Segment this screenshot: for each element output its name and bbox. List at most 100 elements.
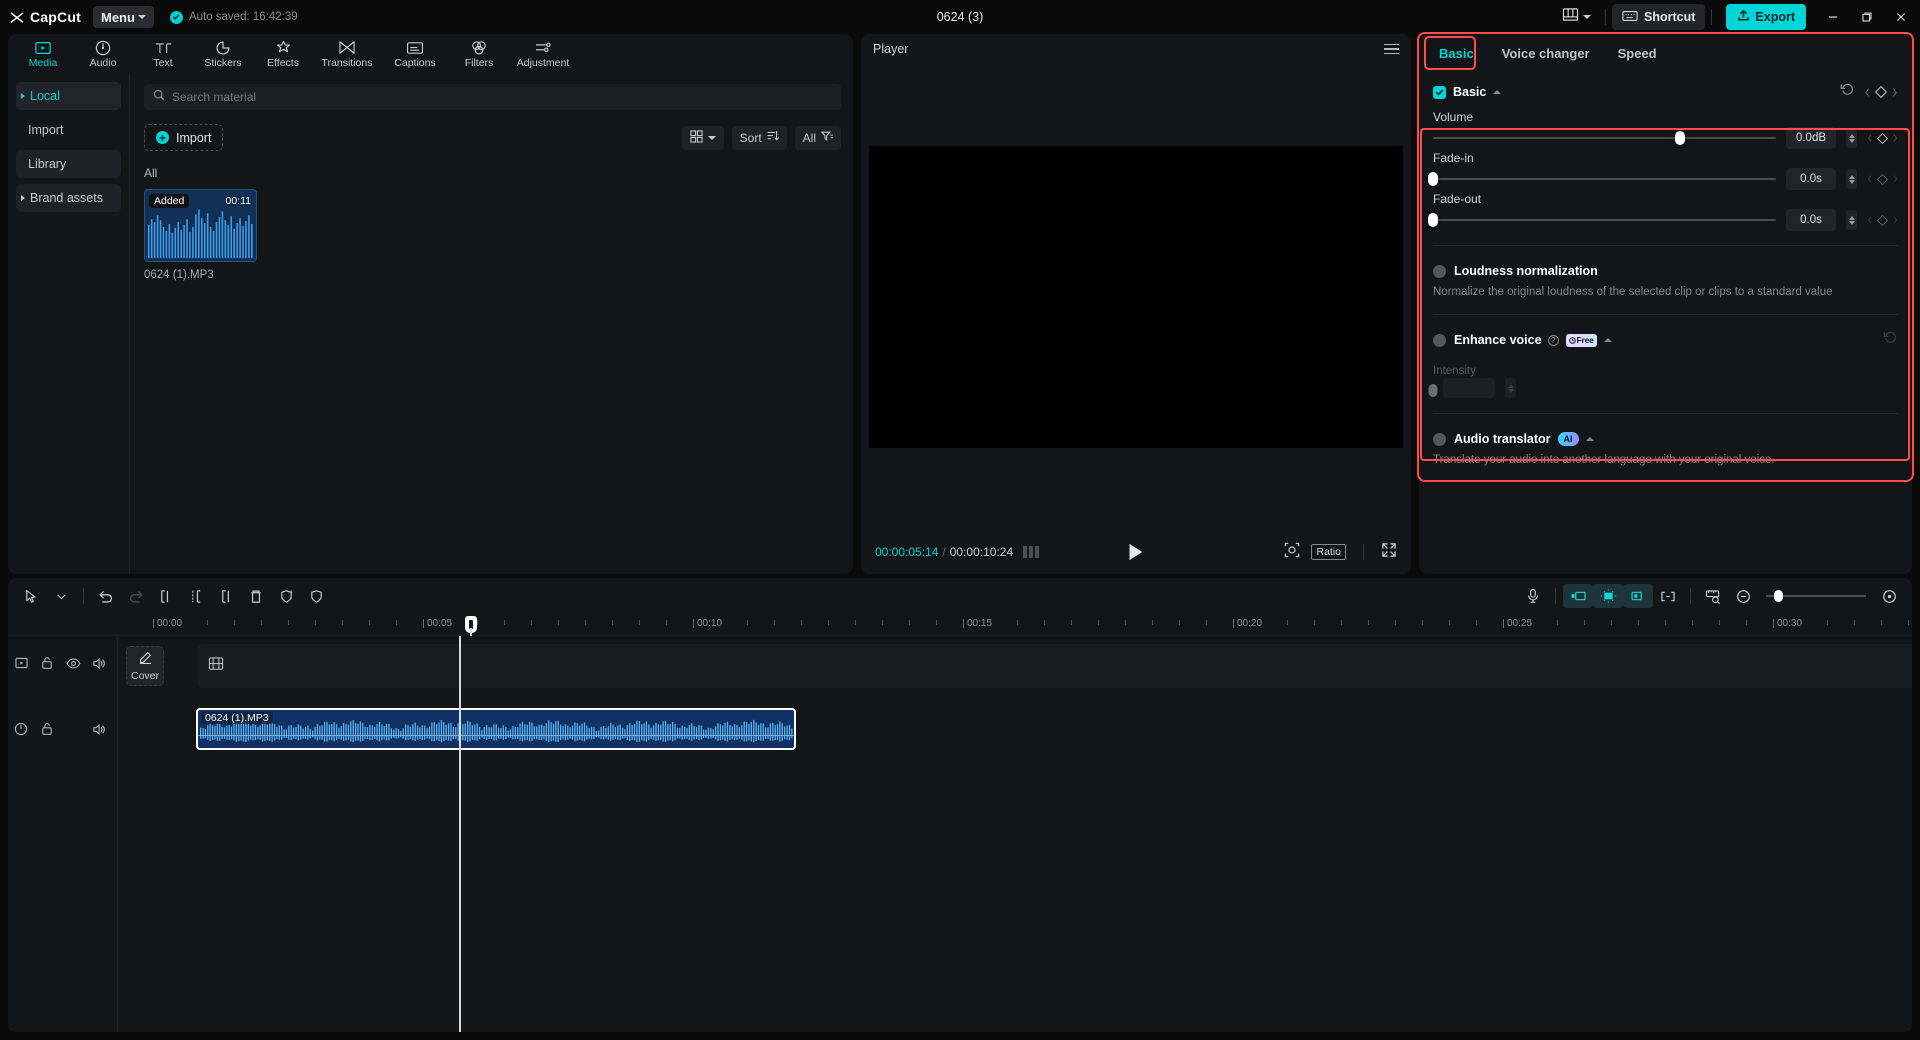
enhance-voice-toggle[interactable] xyxy=(1433,333,1446,347)
trim-right-icon[interactable] xyxy=(211,583,241,609)
link-icon[interactable] xyxy=(1653,583,1683,609)
fade-in-stepper[interactable] xyxy=(1846,169,1857,189)
eye-icon[interactable] xyxy=(60,650,86,676)
snap-left-icon[interactable] xyxy=(1563,584,1593,608)
fade-out-slider[interactable] xyxy=(1428,212,1776,228)
magnet-snap-icon[interactable] xyxy=(1593,584,1623,608)
zoom-out-icon[interactable] xyxy=(1728,583,1758,609)
audio-note-icon[interactable] xyxy=(8,716,34,742)
intensity-stepper[interactable] xyxy=(1505,378,1516,398)
question-icon[interactable]: ? xyxy=(1547,334,1559,346)
sidebar-item-library[interactable]: Library xyxy=(16,150,121,178)
slider-knob[interactable] xyxy=(1428,172,1438,186)
loudness-toggle[interactable] xyxy=(1433,264,1446,278)
select-arrow-icon[interactable] xyxy=(16,583,46,609)
frames-icon[interactable] xyxy=(1023,546,1040,558)
volume-value[interactable]: 0.0dB xyxy=(1786,127,1836,149)
timeline-ruler[interactable]: 00:00 00:05 00:10 00:15 00:20 00:25 00:30 xyxy=(8,614,1912,636)
slider-knob[interactable] xyxy=(1674,131,1685,145)
nav-tab-media[interactable]: Media xyxy=(14,34,72,74)
mask-icon[interactable] xyxy=(301,583,331,609)
nav-tab-text[interactable]: Text xyxy=(134,34,192,74)
volume-stepper[interactable] xyxy=(1846,128,1857,148)
lock-icon[interactable] xyxy=(34,650,60,676)
nav-tab-audio[interactable]: Audio xyxy=(74,34,132,74)
undo-icon[interactable] xyxy=(91,583,121,609)
sort-button[interactable]: Sort xyxy=(731,125,787,150)
layout-button[interactable] xyxy=(1554,4,1599,30)
play-button[interactable] xyxy=(1129,544,1143,560)
delete-icon[interactable] xyxy=(241,583,271,609)
fade-in-keyframe[interactable] xyxy=(1867,173,1898,186)
chevron-up-icon[interactable] xyxy=(1585,437,1594,441)
playhead[interactable] xyxy=(459,636,461,1032)
cover-button[interactable]: Cover xyxy=(126,646,164,686)
reset-icon[interactable] xyxy=(1883,330,1898,350)
timeline-tracks[interactable]: 0624 (1).MP3 xyxy=(170,636,1912,1032)
chevron-up-icon[interactable] xyxy=(1493,90,1502,94)
sidebar-item-local[interactable]: Local xyxy=(16,82,121,110)
timeline-zoom-slider[interactable] xyxy=(1766,588,1866,604)
measure-icon[interactable] xyxy=(1698,583,1728,609)
snap-right-icon[interactable] xyxy=(1623,584,1653,608)
volume-icon[interactable] xyxy=(86,650,112,676)
trim-left-icon[interactable] xyxy=(181,583,211,609)
search-input[interactable] xyxy=(172,90,832,104)
filter-button[interactable]: All xyxy=(794,125,841,150)
media-card[interactable]: Added 00:11 0624 (1).MP3 xyxy=(144,189,257,281)
basic-section-checkbox[interactable] xyxy=(1433,85,1446,99)
slider-knob[interactable] xyxy=(1428,383,1438,397)
fade-in-slider[interactable] xyxy=(1428,171,1776,187)
maximize-button[interactable] xyxy=(1850,0,1884,34)
volume-icon[interactable] xyxy=(86,716,112,742)
fade-in-value[interactable]: 0.0s xyxy=(1786,168,1836,190)
split-icon[interactable] xyxy=(151,583,181,609)
microphone-icon[interactable] xyxy=(1518,583,1548,609)
ai-mask-icon[interactable]: AI xyxy=(271,583,301,609)
zoom-fit-timeline-icon[interactable] xyxy=(1874,583,1904,609)
volume-slider[interactable] xyxy=(1433,130,1776,146)
slider-knob[interactable] xyxy=(1428,213,1438,227)
video-thumb-icon[interactable] xyxy=(8,650,34,676)
video-track[interactable] xyxy=(198,644,1912,688)
intensity-value[interactable] xyxy=(1443,378,1495,398)
audio-translator-toggle[interactable] xyxy=(1433,432,1446,446)
keyframe-controls[interactable] xyxy=(1864,85,1898,99)
fade-out-stepper[interactable] xyxy=(1846,210,1857,230)
reset-icon[interactable] xyxy=(1840,82,1855,102)
chevron-down-icon[interactable] xyxy=(46,583,76,609)
enhance-voice-row[interactable]: Enhance voice ? Free xyxy=(1433,327,1898,353)
tab-speed[interactable]: Speed xyxy=(1606,37,1669,69)
fade-out-keyframe[interactable] xyxy=(1867,214,1898,227)
sidebar-item-brand-assets[interactable]: Brand assets xyxy=(16,184,121,212)
fullscreen-icon[interactable] xyxy=(1381,542,1397,563)
volume-keyframe[interactable] xyxy=(1867,132,1898,145)
ratio-button[interactable]: Ratio xyxy=(1311,544,1346,560)
view-mode-button[interactable] xyxy=(681,125,724,150)
search-bar[interactable] xyxy=(144,84,841,110)
lock-icon[interactable] xyxy=(34,716,60,742)
nav-tab-stickers[interactable]: Stickers xyxy=(194,34,252,74)
zoom-fit-icon[interactable] xyxy=(1284,542,1300,563)
media-thumbnail[interactable]: Added 00:11 xyxy=(144,189,257,262)
current-timecode[interactable]: 00:00:05:14 xyxy=(875,545,938,559)
video-canvas[interactable] xyxy=(869,146,1403,448)
tab-voice-changer[interactable]: Voice changer xyxy=(1490,37,1602,69)
nav-tab-transitions[interactable]: Transitions xyxy=(314,34,380,74)
hamburger-icon[interactable] xyxy=(1384,43,1399,55)
loudness-normalization-row[interactable]: Loudness normalization xyxy=(1433,258,1898,284)
nav-tab-effects[interactable]: Effects xyxy=(254,34,312,74)
shortcut-button[interactable]: Shortcut xyxy=(1612,4,1706,30)
fade-out-value[interactable]: 0.0s xyxy=(1786,209,1836,231)
sidebar-item-import[interactable]: Import xyxy=(16,116,121,144)
nav-tab-adjustment[interactable]: Adjustment xyxy=(510,34,576,74)
close-button[interactable] xyxy=(1884,0,1918,34)
audio-translator-row[interactable]: Audio translator AI xyxy=(1433,426,1898,452)
chevron-up-icon[interactable] xyxy=(1603,338,1612,342)
audio-clip[interactable]: 0624 (1).MP3 xyxy=(196,708,796,750)
tab-basic[interactable]: Basic xyxy=(1427,37,1486,69)
slider-knob[interactable] xyxy=(1774,590,1783,602)
export-button[interactable]: Export xyxy=(1726,4,1806,30)
nav-tab-filters[interactable]: Filters xyxy=(450,34,508,74)
minimize-button[interactable] xyxy=(1816,0,1850,34)
